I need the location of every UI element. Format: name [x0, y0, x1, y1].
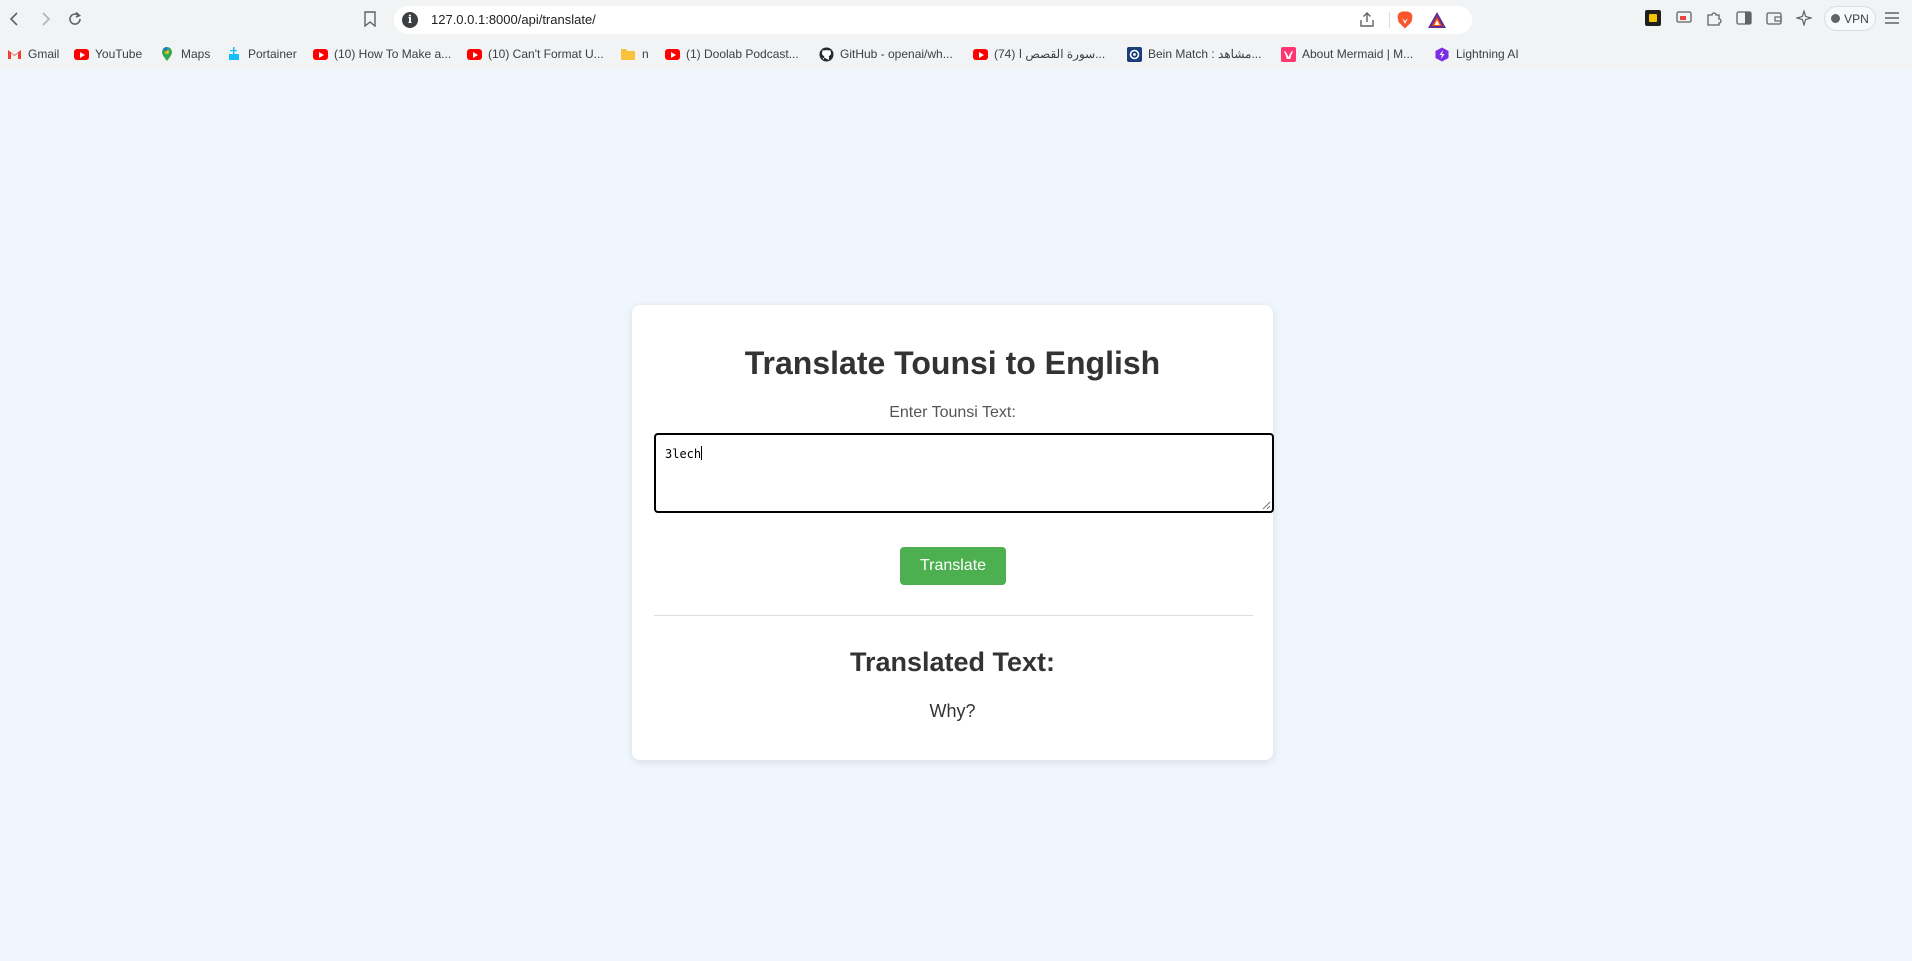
bookmark-folder-n[interactable]: n [620, 46, 649, 62]
wallet-button[interactable] [1765, 9, 1783, 27]
extension-app-icon [1645, 10, 1661, 26]
extension-slot-2[interactable] [1675, 9, 1693, 27]
forward-arrow-icon [42, 12, 51, 26]
folder-icon [621, 48, 635, 60]
bein-icon [1126, 46, 1142, 62]
maps-icon [162, 47, 172, 61]
bookmarks-bar: Gmail YouTube Maps Portainer (10) How To… [0, 38, 1912, 70]
address-bar[interactable]: i 127.0.0.1:8000/api/translate/ [394, 6, 1472, 34]
bookmark-icon [364, 11, 376, 27]
share-icon[interactable] [1358, 11, 1376, 29]
forward-button[interactable] [32, 6, 58, 32]
bookmark-mermaid[interactable]: About Mermaid | M... [1280, 46, 1413, 62]
bookmark-label: Lightning AI [1456, 47, 1519, 61]
translate-card: Translate Tounsi to English Enter Tounsi… [632, 305, 1274, 760]
extensions-button[interactable] [1705, 9, 1723, 27]
bookmark-label: Bein Match : مشاهد... [1148, 47, 1262, 61]
bookmark-label: (74) سورة القصص ا... [994, 47, 1106, 61]
youtube-icon [972, 48, 988, 60]
sparkle-icon [1796, 10, 1812, 26]
vpn-button[interactable]: VPN [1824, 6, 1876, 31]
bookmark-label: GitHub - openai/wh... [840, 47, 953, 61]
sidebar-icon [1736, 11, 1752, 25]
site-info-icon[interactable]: i [402, 12, 418, 28]
back-arrow-icon [9, 12, 18, 26]
bookmark-youtube-podcast[interactable]: (1) Doolab Podcast... [664, 46, 799, 62]
bookmark-maps[interactable]: Maps [159, 46, 210, 62]
github-icon [819, 47, 833, 61]
gmail-icon [7, 50, 21, 59]
bookmark-lightning-ai[interactable]: Lightning AI [1434, 46, 1519, 62]
reload-button[interactable] [62, 6, 88, 32]
brave-rewards-icon[interactable] [1427, 11, 1447, 29]
youtube-icon [73, 48, 89, 60]
section-divider [654, 615, 1253, 616]
translated-text: Why? [929, 701, 976, 721]
bookmark-github[interactable]: GitHub - openai/wh... [818, 46, 953, 62]
youtube-icon [664, 48, 680, 60]
input-value: 3lech [665, 447, 702, 461]
brave-shields-icon[interactable] [1395, 10, 1415, 30]
bookmark-label: Gmail [28, 47, 60, 61]
bookmark-label: (1) Doolab Podcast... [686, 47, 799, 61]
bookmark-gmail[interactable]: Gmail [6, 46, 59, 62]
wallet-icon [1766, 12, 1782, 25]
leo-ai-button[interactable] [1795, 9, 1813, 27]
bookmark-page-button[interactable] [358, 7, 382, 31]
text-caret [701, 446, 703, 460]
bookmark-label: YouTube [95, 47, 143, 61]
extension-slot-1[interactable] [1644, 9, 1662, 27]
reload-icon [69, 11, 81, 25]
browser-toolbar: i 127.0.0.1:8000/api/translate/ VPN [0, 0, 1912, 38]
resize-handle-icon[interactable] [1261, 500, 1271, 510]
menu-icon[interactable] [1883, 9, 1901, 27]
bookmark-youtube-video-1[interactable]: (10) How To Make a... [312, 46, 451, 62]
page-title: Translate Tounsi to English [744, 345, 1161, 381]
back-button[interactable] [2, 6, 28, 32]
tounsi-text-input[interactable]: 3lech [654, 433, 1274, 513]
lightning-icon [1435, 47, 1449, 61]
bookmark-label: Maps [181, 47, 211, 61]
translate-button[interactable]: Translate [900, 547, 1006, 585]
input-label: Enter Tounsi Text: [889, 404, 1016, 421]
bookmark-label: n [642, 47, 649, 61]
bookmark-youtube[interactable]: YouTube [73, 46, 142, 62]
mermaid-icon [1280, 46, 1296, 62]
youtube-icon [312, 48, 328, 60]
portainer-icon [229, 47, 239, 60]
bookmark-portainer[interactable]: Portainer [226, 46, 297, 62]
sidebar-toggle-button[interactable] [1735, 9, 1753, 27]
vpn-label: VPN [1844, 11, 1869, 26]
bookmark-label: Portainer [248, 47, 297, 61]
puzzle-icon [1707, 12, 1722, 26]
youtube-icon [466, 48, 482, 60]
bookmark-youtube-video-2[interactable]: (10) Can't Format U... [466, 46, 604, 62]
bookmark-label: (10) How To Make a... [334, 47, 452, 61]
bookmark-bein-match[interactable]: Bein Match : مشاهد... [1126, 46, 1261, 62]
bookmark-label: (10) Can't Format U... [488, 47, 604, 61]
url-text[interactable]: 127.0.0.1:8000/api/translate/ [431, 12, 596, 27]
cast-icon [1676, 11, 1692, 23]
result-heading: Translated Text: [849, 647, 1056, 677]
vpn-status-icon [1831, 14, 1841, 23]
address-bar-divider [1389, 12, 1390, 28]
bookmark-youtube-quran[interactable]: (74) سورة القصص ا... [972, 46, 1105, 62]
bookmark-label: About Mermaid | M... [1302, 47, 1414, 61]
